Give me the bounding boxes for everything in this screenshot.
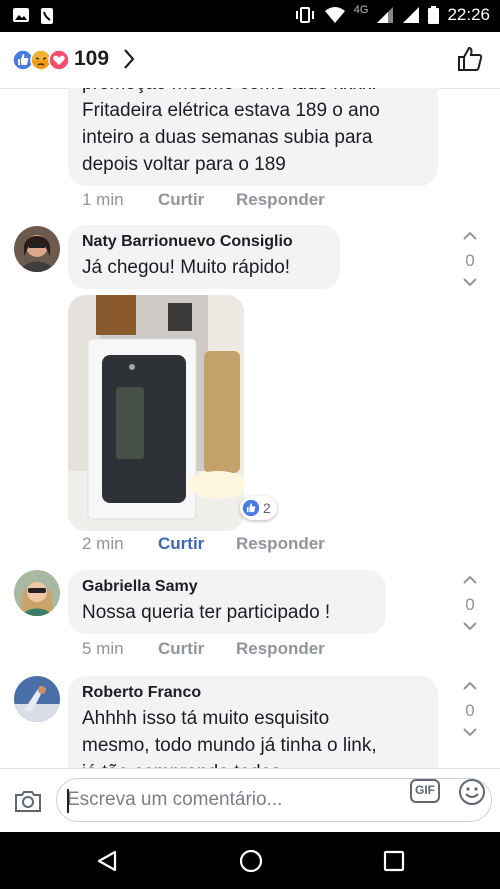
photo-reaction-count: 2 (263, 500, 271, 516)
wifi-icon (324, 7, 345, 23)
downvote-icon[interactable] (462, 277, 478, 287)
comment-bubble: Naty Barrionuevo Consiglio Já chegou! Mu… (68, 225, 340, 289)
comment-bubble: Gabriella Samy Nossa queria ter particip… (68, 570, 386, 634)
avatar[interactable] (14, 226, 60, 272)
reply-comment-button[interactable]: Responder (236, 534, 325, 554)
reply-comment-button[interactable]: Responder (236, 190, 325, 210)
emoji-icon[interactable] (458, 778, 486, 806)
gif-label: GIF (415, 783, 435, 797)
comment-author[interactable]: Naty Barrionuevo Consiglio (82, 233, 326, 251)
avatar[interactable] (14, 676, 60, 722)
gif-button[interactable]: GIF (410, 779, 440, 808)
back-icon[interactable] (95, 849, 119, 873)
love-icon (48, 49, 70, 71)
upvote-icon[interactable] (462, 231, 478, 241)
comment-line: já tão comprando todos... (82, 759, 424, 768)
comment-composer: GIF (0, 768, 500, 833)
comment-text: Já chegou! Muito rápido! (82, 257, 291, 278)
comment-line: Ahhhh isso tá muito esquisito (82, 708, 330, 729)
vibrate-icon (295, 7, 314, 23)
comment-bubble: promoção mesmo como tudo kkkk. Fritadeir… (68, 88, 438, 186)
camera-icon[interactable] (14, 789, 42, 813)
comment-line: Fritadeira elétrica estava 189 o ano (82, 100, 380, 121)
signal-icon-2 (403, 7, 420, 23)
vote-control: 0 (455, 228, 485, 292)
recents-icon[interactable] (383, 850, 405, 872)
vote-count: 0 (465, 251, 475, 270)
battery-icon (428, 6, 440, 24)
comment-actions: 5 min Curtir Responder (82, 639, 325, 659)
vote-count: 0 (465, 595, 475, 614)
comment-author[interactable]: Gabriella Samy (82, 578, 372, 596)
home-icon[interactable] (238, 848, 264, 874)
comment-text: promoção mesmo como tudo kkkk. Fritadeir… (82, 88, 424, 178)
comment-text: Ahhhh isso tá muito esquisito mesmo, tod… (82, 705, 424, 768)
comment-author[interactable]: Roberto Franco (82, 684, 424, 702)
text-cursor (67, 789, 69, 813)
signal-icon (377, 7, 394, 23)
comments-list: promoção mesmo como tudo kkkk. Fritadeir… (0, 88, 500, 768)
reply-comment-button[interactable]: Responder (236, 639, 325, 659)
like-outline-icon[interactable] (456, 45, 484, 73)
comment-time: 5 min (82, 639, 124, 658)
reactions-header: 109 (0, 32, 500, 89)
downvote-icon[interactable] (462, 621, 478, 631)
like-comment-button[interactable]: Curtir (158, 190, 236, 210)
photo-reactions[interactable]: 2 (240, 496, 277, 520)
downvote-icon[interactable] (462, 727, 478, 737)
comment-line: inteiro a duas semanas subia para (82, 127, 373, 148)
like-comment-button[interactable]: Curtir (158, 639, 236, 659)
vote-count: 0 (465, 701, 475, 720)
vote-control: 0 (455, 572, 485, 636)
upvote-icon[interactable] (462, 681, 478, 691)
vote-control: 0 (455, 678, 485, 742)
chevron-right-icon[interactable] (122, 48, 136, 70)
comment-actions: 1 min Curtir Responder (82, 190, 325, 210)
like-icon (242, 499, 260, 517)
comment-text: Nossa queria ter participado ! (82, 602, 331, 623)
clock: 22:26 (447, 5, 490, 24)
comment-line: mesmo, todo mundo já tinha o link, (82, 735, 377, 756)
comment-line: depois voltar para o 189 (82, 154, 286, 175)
comment-time: 1 min (82, 190, 124, 209)
like-comment-button[interactable]: Curtir (158, 534, 236, 554)
comment-time: 2 min (82, 534, 124, 553)
network-type: 4G (353, 4, 369, 16)
reaction-icons[interactable] (12, 49, 70, 71)
phone-notification-icon (41, 8, 53, 24)
navigation-bar (0, 832, 500, 889)
comment-input[interactable] (67, 787, 387, 813)
comment-actions: 2 min Curtir Responder (82, 534, 325, 554)
reaction-count[interactable]: 109 (74, 47, 109, 71)
comment-photo[interactable] (68, 295, 244, 531)
avatar[interactable] (14, 570, 60, 616)
upvote-icon[interactable] (462, 575, 478, 585)
status-bar: 4G 22:26 (0, 0, 500, 32)
comment-bubble: Roberto Franco Ahhhh isso tá muito esqui… (68, 676, 438, 768)
gallery-notification-icon (13, 8, 29, 22)
comment-line: promoção mesmo como tudo kkkk. (82, 88, 424, 97)
